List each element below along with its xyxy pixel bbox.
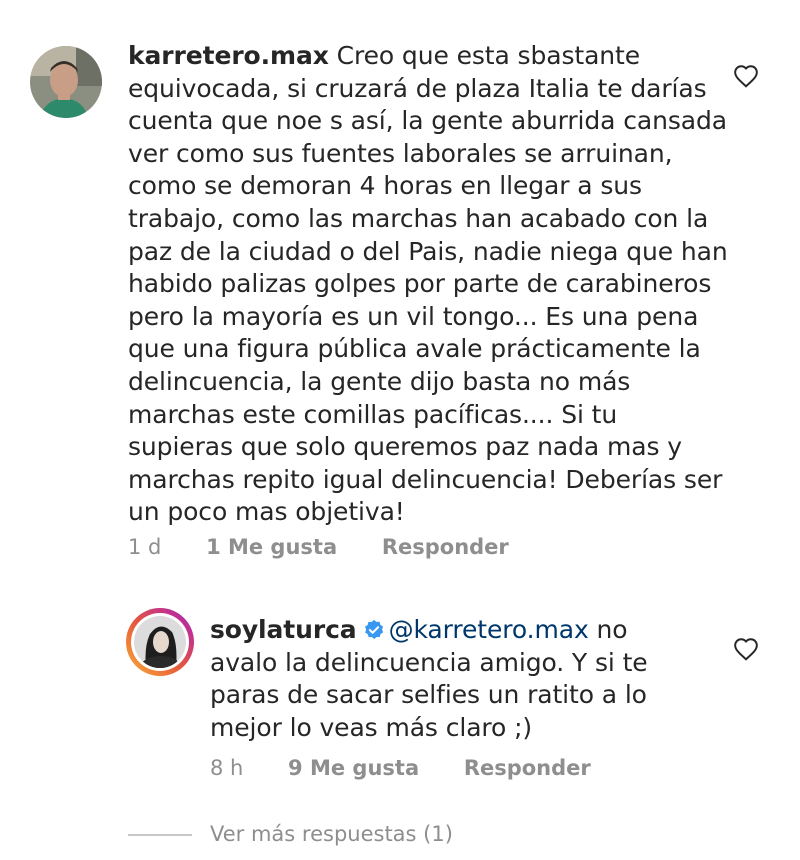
comment-time: 8 h (210, 756, 244, 780)
comment-username[interactable]: karretero.max (128, 41, 329, 70)
likes-count[interactable]: 9 Me gusta (288, 756, 419, 780)
avatar-photo (134, 616, 186, 668)
divider-line (128, 834, 192, 836)
avatar[interactable] (131, 613, 189, 671)
avatar-photo (30, 46, 102, 118)
view-more-replies-label[interactable]: Ver más respuestas (1) (210, 822, 453, 846)
comment-meta: 8 h 9 Me gusta Responder (210, 756, 629, 780)
reply-button[interactable]: Responder (464, 756, 591, 780)
reply-button[interactable]: Responder (382, 535, 509, 559)
comment-time: 1 d (128, 535, 162, 559)
heart-icon[interactable] (733, 637, 759, 661)
verified-badge-icon (364, 619, 383, 639)
comment-username[interactable]: soylaturca (210, 615, 357, 644)
comment-text: Creo que esta sbastante equivocada, si c… (128, 41, 728, 527)
comment-body: soylaturca @karretero.max no avalo la del… (210, 614, 700, 744)
view-more-replies[interactable]: Ver más respuestas (1) (128, 822, 453, 846)
mention-link[interactable]: @karretero.max (389, 615, 589, 644)
comment-meta: 1 d 1 Me gusta Responder (128, 535, 547, 559)
heart-icon[interactable] (733, 64, 759, 88)
comment-body: karretero.max Creo que esta sbastante eq… (128, 40, 728, 529)
likes-count[interactable]: 1 Me gusta (206, 535, 337, 559)
avatar[interactable] (30, 46, 102, 118)
